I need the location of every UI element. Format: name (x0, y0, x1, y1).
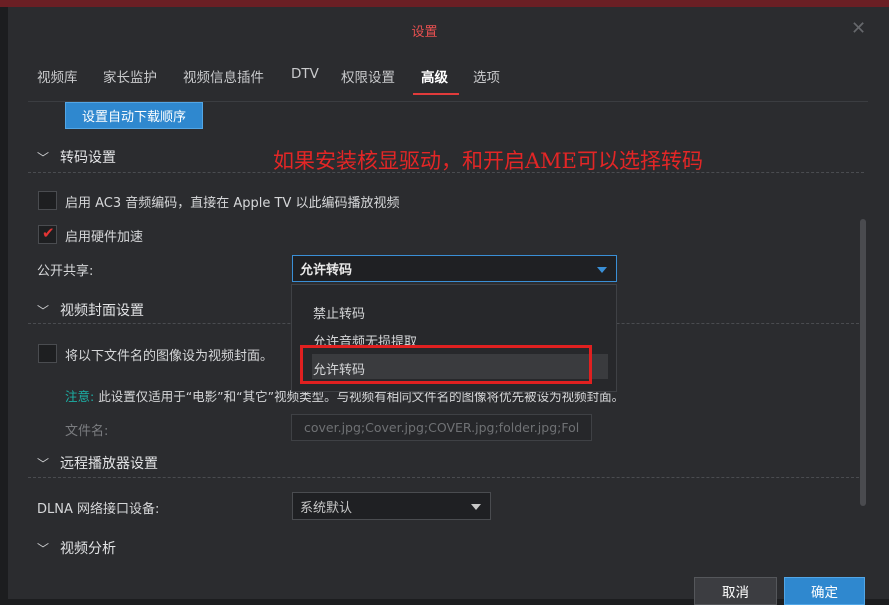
remote-section-title: 远程播放器设置 (60, 456, 158, 472)
tab-parental-control[interactable]: 家长监护 (103, 66, 157, 86)
dlna-select[interactable]: 系统默认 (292, 492, 491, 520)
annotation-highlight-box (300, 345, 592, 384)
caret-down-icon (471, 504, 481, 510)
section-divider (28, 172, 864, 173)
dlna-value: 系统默认 (300, 500, 353, 516)
hw-accel-checkbox[interactable]: ✔ (38, 224, 57, 244)
filename-label: 文件名: (65, 424, 109, 439)
cancel-button[interactable]: 取消 (694, 577, 777, 605)
scrollbar-thumb[interactable] (860, 219, 866, 506)
window-top-strip (0, 0, 889, 7)
chevron-down-icon: ﹀ (37, 151, 50, 165)
filename-value: cover.jpg;Cover.jpg;COVER.jpg;folder.jpg… (304, 420, 580, 435)
note-key: 注意: (65, 389, 95, 404)
ac3-label: 启用 AC3 音频编码，直接在 Apple TV 以此编码播放视频 (65, 196, 400, 211)
cover-checkbox[interactable] (38, 344, 57, 363)
hw-accel-label: 启用硬件加速 (65, 230, 144, 245)
settings-dialog: 设置 ✕ 视频库 家长监护 视频信息插件 DTV 权限设置 高级 选项 设置自动… (8, 7, 889, 605)
tab-video-library[interactable]: 视频库 (37, 66, 78, 86)
active-tab-indicator (413, 93, 459, 95)
annotation-text: 如果安装核显驱动，和开启AME可以选择转码 (273, 149, 703, 173)
remote-section-header[interactable]: ﹀ 远程播放器设置 (37, 453, 158, 473)
option-disable-transcode[interactable]: 禁止转码 (313, 303, 365, 322)
tab-video-info-plugin[interactable]: 视频信息插件 (183, 66, 264, 86)
tab-advanced[interactable]: 高级 (421, 66, 448, 86)
tab-options[interactable]: 选项 (473, 66, 500, 86)
download-order-button[interactable]: 设置自动下载顺序 (65, 102, 203, 129)
caret-down-icon (597, 267, 607, 273)
filename-input[interactable]: cover.jpg;Cover.jpg;COVER.jpg;folder.jpg… (291, 414, 592, 441)
public-share-select[interactable]: 允许转码 (292, 255, 617, 282)
ac3-checkbox[interactable] (38, 191, 57, 210)
public-share-value: 允许转码 (300, 263, 353, 278)
transcode-section-title: 转码设置 (60, 150, 116, 166)
transcode-section-header[interactable]: ﹀ 转码设置 (37, 147, 116, 167)
analysis-section-title: 视频分析 (60, 541, 116, 557)
chevron-down-icon: ﹀ (37, 457, 50, 471)
analysis-section-header[interactable]: ﹀ 视频分析 (37, 538, 116, 558)
dlna-label: DLNA 网络接口设备: (37, 502, 160, 517)
chevron-down-icon: ﹀ (37, 304, 50, 318)
chevron-down-icon: ﹀ (37, 542, 50, 556)
cover-section-header[interactable]: ﹀ 视频封面设置 (37, 300, 144, 320)
dialog-title: 设置 (411, 25, 438, 40)
checkmark-icon: ✔ (42, 224, 55, 242)
public-share-label: 公开共享: (37, 264, 94, 279)
cover-checkbox-label: 将以下文件名的图像设为视频封面。 (65, 349, 274, 364)
tab-dtv[interactable]: DTV (291, 66, 319, 82)
cover-section-title: 视频封面设置 (60, 303, 144, 319)
close-icon[interactable]: ✕ (851, 18, 866, 39)
ok-button[interactable]: 确定 (784, 577, 865, 605)
section-divider (28, 477, 864, 478)
tab-permissions[interactable]: 权限设置 (341, 66, 395, 86)
